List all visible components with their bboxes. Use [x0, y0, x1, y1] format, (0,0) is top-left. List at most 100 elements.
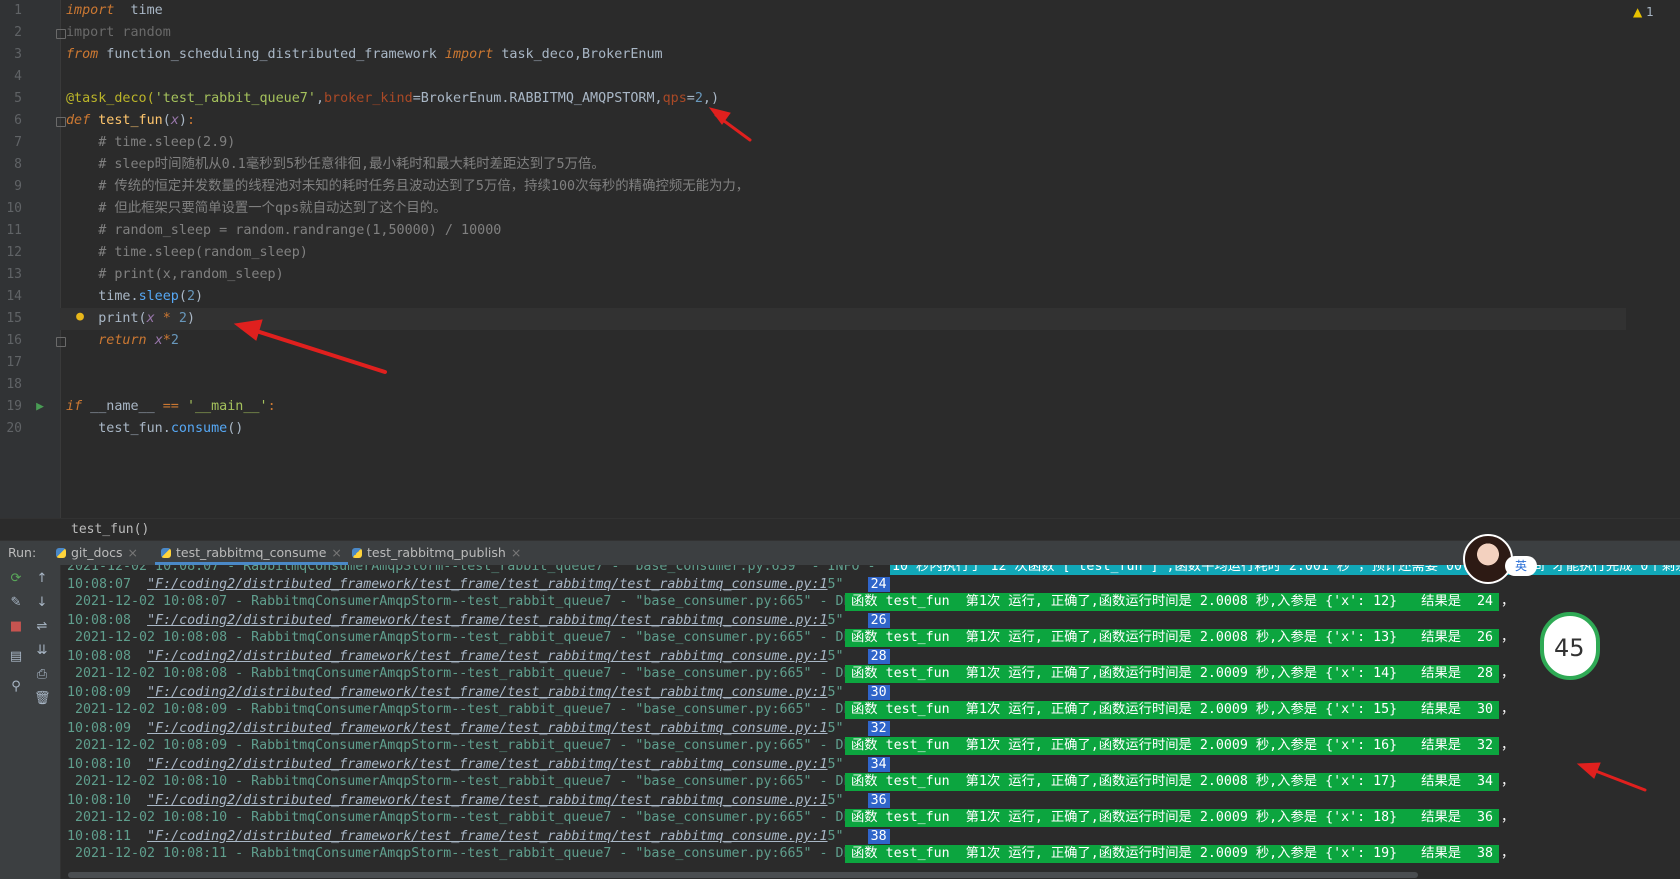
console-print-line: 10:08:11 "F:/coding2/distributed_framewo… — [67, 828, 890, 846]
code-line[interactable]: def test_fun(x): — [66, 110, 1626, 132]
source-link[interactable]: "F:/coding2/distributed_framework/test_f… — [147, 577, 827, 592]
line-number: 18 — [6, 377, 22, 392]
print-output-value: 30 — [867, 685, 890, 700]
floating-badge[interactable]: 45 — [1540, 612, 1600, 680]
layout-icon[interactable]: ▤ — [8, 649, 24, 665]
python-file-icon — [352, 548, 362, 558]
inspection-warning-indicator[interactable]: ▲ 1 — [1633, 5, 1654, 19]
function-result-highlight: 函数 test_fun 第1次 运行, 正确了,函数运行时间是 2.0008 秒… — [845, 593, 1514, 611]
console-debug-line: 2021-12-02 10:08:09 - RabbitmqConsumerAm… — [75, 702, 900, 717]
trash-icon[interactable]: 🗑 — [34, 691, 51, 707]
source-link[interactable]: "F:/coding2/distributed_framework/test_f… — [147, 757, 827, 772]
print-output-value: 26 — [867, 613, 890, 628]
line-number: 2 — [14, 25, 22, 40]
run-console-output[interactable]: 2021-12-02 10:08:07 - RabbitmqConsumerAm… — [61, 565, 1680, 879]
horizontal-scrollbar[interactable] — [68, 872, 1418, 878]
qps-summary-highlight: 10 秒内执行了 12 次函数 [ test_fun ] ,函数平均运行耗时 2… — [890, 565, 1680, 575]
ime-indicator[interactable]: 英 — [1505, 556, 1537, 576]
tab-git-docs[interactable]: git_docs × — [50, 541, 144, 565]
code-line[interactable]: # print(x,random_sleep) — [66, 264, 1626, 286]
code-line[interactable]: from function_scheduling_distributed_fra… — [66, 44, 1626, 66]
run-gutter-icon[interactable]: ▶ — [30, 396, 44, 418]
code-line[interactable]: # random_sleep = random.randrange(1,5000… — [66, 220, 1626, 242]
code-line[interactable] — [66, 374, 1626, 396]
line-number: 4 — [14, 69, 22, 84]
line-number: 20 — [6, 421, 22, 436]
tab-test-rabbitmq-consume[interactable]: test_rabbitmq_consume × — [155, 541, 348, 565]
code-line[interactable] — [66, 66, 1626, 88]
console-print-line: 10:08:09 "F:/coding2/distributed_framewo… — [67, 720, 890, 738]
run-label: Run: — [8, 545, 37, 560]
up-arrow-icon[interactable]: ↑ — [34, 571, 50, 587]
function-result-highlight: 函数 test_fun 第1次 运行, 正确了,函数运行时间是 2.0009 秒… — [845, 809, 1514, 827]
close-icon[interactable]: × — [511, 545, 521, 560]
fold-marker[interactable] — [56, 337, 66, 347]
print-output-value: 28 — [867, 649, 890, 664]
source-link[interactable]: "F:/coding2/distributed_framework/test_f… — [147, 649, 827, 664]
code-line[interactable]: if __name__ == '__main__': — [66, 396, 1626, 418]
console-print-line: 10:08:10 "F:/coding2/distributed_framewo… — [67, 756, 890, 774]
pin-icon[interactable]: ⚲ — [8, 679, 24, 695]
code-line[interactable]: # sleep时间随机从0.1毫秒到5秒任意徘徊,最小耗时和最大耗时差距达到了5… — [66, 154, 1626, 176]
python-file-icon — [56, 548, 66, 558]
console-info-line: 2021-12-02 10:08:07 - RabbitmqConsumerAm… — [67, 565, 884, 574]
console-debug-line: 2021-12-02 10:08:11 - RabbitmqConsumerAm… — [75, 846, 900, 861]
line-number: 7 — [14, 135, 22, 150]
avatar[interactable] — [1463, 534, 1513, 584]
source-link[interactable]: "F:/coding2/distributed_framework/test_f… — [147, 793, 827, 808]
fold-marker[interactable] — [56, 29, 66, 39]
line-number: 1 — [14, 3, 22, 18]
scroll-to-end-icon[interactable]: ⇊ — [34, 643, 50, 659]
console-print-line: 10:08:07 "F:/coding2/distributed_framewo… — [67, 576, 890, 594]
code-editor[interactable]: 1 2 3 4 5 6 7 8 9 10 11 12 13 14 15 16 17 18 19 20 ▶ import … — [0, 0, 1680, 541]
close-icon[interactable]: × — [128, 545, 138, 560]
console-print-line: 10:08:10 "F:/coding2/distributed_framewo… — [67, 792, 890, 810]
breadcrumb[interactable]: test_fun() — [0, 518, 1680, 541]
console-debug-line: 2021-12-02 10:08:09 - RabbitmqConsumerAm… — [75, 738, 900, 753]
code-line[interactable] — [66, 352, 1626, 374]
code-line[interactable]: # 但此框架只要简单设置一个qps就自动达到了这个目的。 — [66, 198, 1626, 220]
lightbulb-icon[interactable]: ● — [70, 306, 84, 328]
code-line[interactable]: # time.sleep(2.9) — [66, 132, 1626, 154]
line-number: 5 — [14, 91, 22, 106]
line-number: 11 — [6, 223, 22, 238]
rerun-icon[interactable]: ⟳ — [8, 571, 24, 587]
console-print-line: 10:08:08 "F:/coding2/distributed_framewo… — [67, 648, 890, 666]
console-debug-line: 2021-12-02 10:08:08 - RabbitmqConsumerAm… — [75, 666, 900, 681]
code-line[interactable]: import time — [66, 0, 1626, 22]
function-result-highlight: 函数 test_fun 第1次 运行, 正确了,函数运行时间是 2.0009 秒… — [845, 845, 1514, 863]
line-number: 3 — [14, 47, 22, 62]
function-result-highlight: 函数 test_fun 第1次 运行, 正确了,函数运行时间是 2.0009 秒… — [845, 737, 1514, 755]
line-number: 16 — [6, 333, 22, 348]
code-line[interactable]: return x*2 — [66, 330, 1626, 352]
code-line[interactable]: time.sleep(2) — [66, 286, 1626, 308]
code-line[interactable]: # 传统的恒定并发数量的线程池对未知的耗时任务且波动达到了5万倍，持续100次每… — [66, 176, 1626, 198]
stop-icon[interactable]: ■ — [8, 619, 24, 635]
line-number: 12 — [6, 245, 22, 260]
print-icon[interactable]: ⎙ — [34, 667, 50, 683]
print-output-value: 32 — [867, 721, 890, 736]
line-number: 6 — [14, 113, 22, 128]
code-line[interactable]: @task_deco('test_rabbit_queue7',broker_k… — [66, 88, 1626, 110]
source-link[interactable]: "F:/coding2/distributed_framework/test_f… — [147, 721, 827, 736]
close-icon[interactable]: × — [331, 545, 341, 560]
code-line[interactable]: test_fun.consume() — [66, 418, 1626, 440]
line-number: 10 — [6, 201, 22, 216]
code-line[interactable]: print(x * 2) — [60, 308, 1626, 330]
source-link[interactable]: "F:/coding2/distributed_framework/test_f… — [147, 685, 827, 700]
fold-marker[interactable] — [56, 117, 66, 127]
source-link[interactable]: "F:/coding2/distributed_framework/test_f… — [147, 829, 827, 844]
down-arrow-icon[interactable]: ↓ — [34, 595, 50, 611]
code-line[interactable]: # time.sleep(random_sleep) — [66, 242, 1626, 264]
console-debug-line: 2021-12-02 10:08:07 - RabbitmqConsumerAm… — [75, 594, 900, 609]
warning-icon: ▲ — [1633, 5, 1643, 19]
console-debug-line: 2021-12-02 10:08:10 - RabbitmqConsumerAm… — [75, 774, 900, 789]
tab-test-rabbitmq-publish[interactable]: test_rabbitmq_publish × — [346, 541, 527, 565]
wrench-icon[interactable]: ✎ — [8, 595, 24, 611]
console-print-line: 10:08:09 "F:/coding2/distributed_framewo… — [67, 684, 890, 702]
soft-wrap-icon[interactable]: ⇌ — [34, 619, 50, 635]
code-line[interactable]: import random — [66, 22, 1626, 44]
line-number: 8 — [14, 157, 22, 172]
function-result-highlight: 函数 test_fun 第1次 运行, 正确了,函数运行时间是 2.0009 秒… — [845, 665, 1514, 683]
source-link[interactable]: "F:/coding2/distributed_framework/test_f… — [147, 613, 827, 628]
